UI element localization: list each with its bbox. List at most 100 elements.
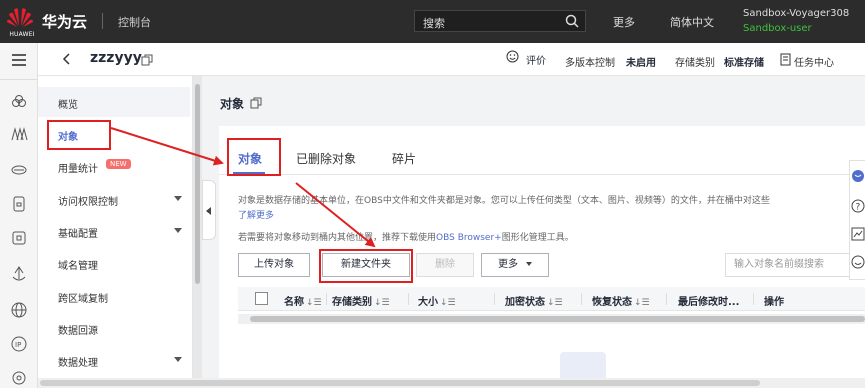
column-label: 恢复状态 — [592, 297, 632, 308]
nav-item-label: 基础配置 — [58, 229, 98, 240]
divider — [102, 13, 103, 29]
storage-class-label: 存储类别 — [675, 58, 715, 69]
nav-item-overview[interactable]: 概览 — [38, 87, 190, 117]
nav-item-basic-config[interactable]: 基础配置 — [38, 216, 190, 246]
collapse-nav-button[interactable] — [202, 180, 216, 240]
annotation-box-new-folder — [319, 249, 413, 283]
learn-more-link[interactable]: 了解更多 — [238, 208, 274, 221]
cloud-icon[interactable] — [10, 93, 28, 111]
sort-icon[interactable]: ↓☰ — [547, 298, 563, 308]
sort-icon[interactable]: ↓☰ — [374, 298, 390, 308]
language-switch[interactable]: 简体中文 — [670, 14, 714, 30]
column-divider — [408, 293, 409, 305]
task-list-icon[interactable] — [780, 53, 791, 66]
caret-down-icon — [174, 357, 182, 362]
chart-icon[interactable] — [851, 227, 865, 241]
column-name[interactable]: 名称 ↓☰ — [284, 293, 322, 308]
nav-item-back-to-source[interactable]: 数据回源 — [38, 313, 190, 343]
versioning-label: 多版本控制 — [565, 58, 615, 69]
bucket-header: zzzyyy 评价 多版本控制 未启用 存储类别 标准存储 任务中心 — [38, 43, 865, 76]
column-divider — [494, 293, 495, 305]
more-actions-button[interactable]: 更多 — [481, 253, 549, 277]
nav-item-data-processing[interactable]: 数据处理 — [38, 345, 190, 375]
back-arrow-icon[interactable] — [60, 52, 74, 66]
upload-object-button[interactable]: 上传对象 — [238, 253, 310, 277]
bucket-name: zzzyyy — [90, 50, 142, 66]
nav-item-access-control[interactable]: 访问权限控制 — [38, 184, 190, 214]
account-name[interactable]: Sandbox-Voyager308 — [743, 8, 849, 19]
more-menu[interactable]: 更多 — [613, 14, 635, 30]
nav-item-label: 数据处理 — [58, 358, 98, 369]
tab-fragments[interactable]: 碎片 — [392, 150, 416, 167]
logo-wordmark: HUAWEI — [9, 31, 35, 38]
column-label: 名称 — [284, 297, 304, 308]
copy-icon[interactable] — [250, 97, 262, 109]
column-size[interactable]: 大小 ↓☰ — [418, 293, 456, 308]
sort-icon[interactable]: ↓☰ — [634, 298, 650, 308]
table-scrollbar-thumb[interactable] — [250, 316, 865, 322]
feedback-smile-icon[interactable] — [851, 255, 865, 269]
column-divider — [581, 293, 582, 305]
nav-item-label: 跨区域复制 — [58, 294, 108, 305]
nav-item-cross-region[interactable]: 跨区域复制 — [38, 281, 190, 311]
global-search[interactable]: 搜索 — [414, 10, 586, 32]
page-scrollbar-thumb[interactable] — [40, 380, 760, 386]
nav-scrollbar-thumb[interactable] — [195, 84, 200, 284]
ip-icon[interactable]: IP — [10, 335, 28, 353]
user-name[interactable]: Sandbox-user — [743, 23, 812, 34]
nav-item-usage[interactable]: 用量统计 NEW — [38, 151, 190, 181]
prefix-search-input[interactable]: 输入对象名前缀搜索 — [725, 253, 865, 277]
obs-browser-link[interactable]: OBS Browser+ — [436, 233, 502, 243]
database-icon[interactable] — [10, 161, 28, 179]
column-storage-class[interactable]: 存储类别 ↓☰ — [332, 293, 390, 308]
new-badge: NEW — [106, 159, 131, 169]
column-last-modified[interactable]: 最后修改时... — [678, 293, 739, 308]
huawei-logo-icon — [7, 8, 33, 27]
nav-item-label: 域名管理 — [58, 261, 98, 272]
settings-icon[interactable] — [10, 369, 28, 387]
column-divider — [666, 293, 667, 305]
network-icon[interactable] — [10, 265, 28, 283]
help-icon[interactable]: ? — [851, 199, 865, 213]
column-divider — [753, 293, 754, 305]
nav-item-domain[interactable]: 域名管理 — [38, 248, 190, 278]
storage-icon[interactable] — [10, 195, 28, 213]
column-restore-status[interactable]: 恢复状态 ↓☰ — [592, 293, 650, 308]
security-icon[interactable] — [10, 229, 28, 247]
menu-icon[interactable] — [10, 51, 28, 69]
caret-down-icon — [174, 228, 182, 233]
objects-description: 对象是数据存储的基本单位，在OBS中文件和文件夹都是对象。您可以上传任何类型（文… — [238, 196, 770, 206]
evaluate-link[interactable]: 评价 — [526, 52, 546, 67]
smile-icon[interactable] — [506, 50, 519, 63]
versioning-value: 未启用 — [626, 58, 656, 69]
nav-item-label: 访问权限控制 — [58, 197, 118, 208]
task-center-link[interactable]: 任务中心 — [794, 54, 834, 69]
caret-down-icon — [174, 196, 182, 201]
column-label: 存储类别 — [332, 297, 372, 308]
annotation-box-nav-objects — [47, 120, 111, 150]
hint-suffix: 图形化管理工具。 — [501, 233, 574, 243]
select-all-checkbox[interactable] — [255, 292, 268, 305]
copy-icon[interactable] — [141, 54, 153, 66]
brand-title[interactable]: 华为云 — [42, 11, 87, 32]
service-rail: IP — [0, 43, 38, 388]
column-label: 大小 — [418, 297, 438, 308]
sort-icon[interactable]: ↓☰ — [440, 298, 456, 308]
globe-icon[interactable] — [10, 301, 28, 319]
rail-divider — [0, 79, 38, 80]
console-link[interactable]: 控制台 — [118, 14, 151, 30]
delete-button[interactable]: 删除 — [416, 253, 474, 277]
more-actions-label: 更多 — [498, 259, 518, 270]
sort-icon[interactable]: ↓☰ — [306, 298, 322, 308]
nav-item-label: 用量统计 — [58, 164, 98, 175]
chat-icon[interactable] — [851, 169, 865, 183]
column-encryption[interactable]: 加密状态 ↓☰ — [505, 293, 563, 308]
servers-icon[interactable] — [10, 125, 28, 143]
hint-text: 若需要将对象移动到桶内其他位置，推荐下载使用OBS Browser+图形化管理工… — [238, 230, 574, 243]
tab-deleted-objects[interactable]: 已删除对象 — [296, 150, 356, 167]
huawei-logo[interactable]: HUAWEI — [4, 4, 36, 40]
search-input[interactable]: 搜索 — [423, 15, 445, 31]
search-icon[interactable] — [565, 14, 579, 28]
caret-down-icon — [526, 262, 532, 266]
floating-toolbar: ? — [849, 160, 865, 280]
